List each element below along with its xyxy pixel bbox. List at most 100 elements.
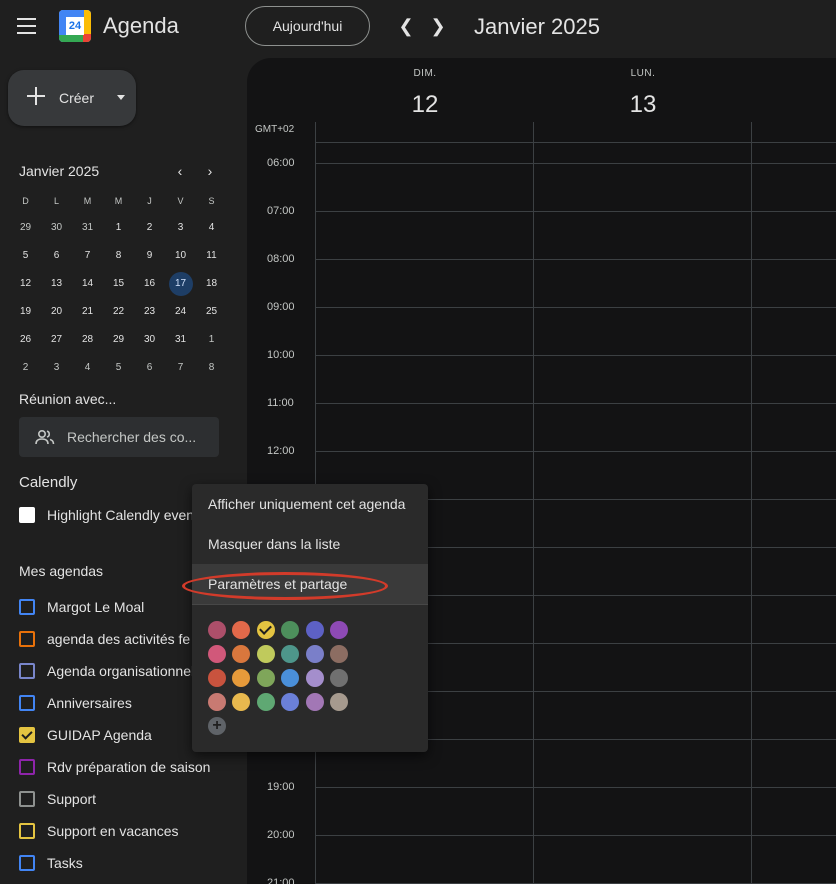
- mini-day[interactable]: 31: [72, 214, 103, 242]
- mini-day[interactable]: 24: [165, 298, 196, 326]
- mini-day[interactable]: 14: [72, 270, 103, 298]
- settings-and-sharing-item[interactable]: Paramètres et partage: [192, 564, 428, 604]
- main-menu-icon[interactable]: [16, 16, 38, 36]
- color-swatch[interactable]: [232, 693, 251, 711]
- color-swatch[interactable]: [208, 645, 226, 663]
- chevron-left-icon[interactable]: ❮: [396, 16, 416, 36]
- people-search-input[interactable]: Rechercher des co...: [19, 417, 219, 457]
- mini-day[interactable]: 27: [41, 326, 72, 354]
- hide-from-list-item[interactable]: Masquer dans la liste: [192, 524, 428, 564]
- mini-day[interactable]: 30: [134, 326, 165, 354]
- color-swatch[interactable]: [330, 693, 348, 711]
- mini-day[interactable]: 13: [41, 270, 72, 298]
- color-swatch[interactable]: [305, 693, 324, 711]
- mini-day[interactable]: 15: [103, 270, 134, 298]
- mini-next-month-icon[interactable]: ›: [202, 163, 218, 179]
- calendar-checkbox[interactable]: [19, 759, 35, 775]
- mini-day[interactable]: 9: [134, 242, 165, 270]
- color-swatch[interactable]: [305, 645, 324, 663]
- mini-day[interactable]: 22: [103, 298, 134, 326]
- calendar-checkbox[interactable]: [19, 855, 35, 871]
- calendar-checkbox[interactable]: [19, 631, 35, 647]
- color-swatch[interactable]: [281, 621, 300, 639]
- mini-prev-month-icon[interactable]: ‹: [172, 163, 188, 179]
- mini-day[interactable]: 7: [165, 354, 196, 382]
- color-swatch[interactable]: [208, 621, 226, 639]
- mini-day[interactable]: 21: [72, 298, 103, 326]
- mini-day[interactable]: 2: [134, 214, 165, 242]
- calendar-list-item[interactable]: Support en vacances: [19, 819, 247, 843]
- mini-day[interactable]: 6: [134, 354, 165, 382]
- today-button[interactable]: Aujourd'hui: [245, 6, 370, 46]
- mini-day[interactable]: 5: [10, 242, 41, 270]
- mini-day[interactable]: 1: [103, 214, 134, 242]
- mini-day[interactable]: 2: [10, 354, 41, 382]
- calendar-checkbox[interactable]: [19, 695, 35, 711]
- mini-day[interactable]: 12: [10, 270, 41, 298]
- mini-day[interactable]: 29: [103, 326, 134, 354]
- color-swatch[interactable]: [208, 669, 226, 687]
- mini-day[interactable]: 8: [103, 242, 134, 270]
- color-swatch[interactable]: [232, 669, 251, 687]
- mini-day[interactable]: 29: [10, 214, 41, 242]
- mini-day[interactable]: 4: [196, 214, 227, 242]
- add-custom-color-button[interactable]: +: [208, 717, 226, 735]
- color-swatch[interactable]: [232, 621, 251, 639]
- mini-day[interactable]: 31: [165, 326, 196, 354]
- mini-day[interactable]: 25: [196, 298, 227, 326]
- color-swatch[interactable]: [256, 645, 275, 663]
- color-swatch[interactable]: [305, 621, 324, 639]
- color-swatch[interactable]: [232, 645, 251, 663]
- mini-day[interactable]: 26: [10, 326, 41, 354]
- mini-day[interactable]: 23: [134, 298, 165, 326]
- day-header-monday[interactable]: LUN. 13: [613, 68, 673, 119]
- day-number: 12: [411, 91, 439, 118]
- calendar-list-item[interactable]: Rdv préparation de saison: [19, 755, 247, 779]
- calendar-logo[interactable]: 24: [59, 10, 91, 42]
- display-only-this-calendar-item[interactable]: Afficher uniquement cet agenda: [192, 484, 428, 524]
- chevron-right-icon[interactable]: ❯: [428, 16, 448, 36]
- mini-day[interactable]: 7: [72, 242, 103, 270]
- mini-day[interactable]: 18: [196, 270, 227, 298]
- calendar-checkbox[interactable]: [19, 663, 35, 679]
- color-swatch[interactable]: [330, 645, 348, 663]
- calendar-checkbox[interactable]: [19, 823, 35, 839]
- mini-day[interactable]: 11: [196, 242, 227, 270]
- calendar-checkbox[interactable]: [19, 791, 35, 807]
- mini-day[interactable]: 19: [10, 298, 41, 326]
- color-swatch[interactable]: [281, 669, 300, 687]
- color-swatch[interactable]: [208, 693, 226, 711]
- mini-day[interactable]: 10: [165, 242, 196, 270]
- calendar-list-item[interactable]: Support: [19, 787, 247, 811]
- color-swatch[interactable]: [330, 621, 348, 639]
- create-button[interactable]: Créer: [8, 70, 136, 126]
- mini-day[interactable]: 3: [41, 354, 72, 382]
- app-title[interactable]: Agenda: [103, 13, 179, 39]
- mini-day-today[interactable]: 17: [165, 270, 196, 298]
- calendar-list-item[interactable]: Tasks: [19, 851, 247, 875]
- mini-day[interactable]: 30: [41, 214, 72, 242]
- color-swatch[interactable]: [256, 669, 275, 687]
- mini-day[interactable]: 4: [72, 354, 103, 382]
- color-swatch[interactable]: [330, 669, 348, 687]
- color-swatch[interactable]: [281, 645, 300, 663]
- day-header-sunday[interactable]: DIM. 12: [395, 68, 455, 119]
- mini-day[interactable]: 16: [134, 270, 165, 298]
- mini-day[interactable]: 5: [103, 354, 134, 382]
- calendar-checkbox[interactable]: [19, 599, 35, 615]
- mini-day[interactable]: 1: [196, 326, 227, 354]
- color-swatch[interactable]: [256, 621, 275, 639]
- calendly-checkbox[interactable]: [19, 507, 35, 523]
- color-swatch[interactable]: [256, 693, 275, 711]
- create-label: Créer: [59, 90, 95, 106]
- calendly-item-label: Highlight Calendly events: [47, 507, 205, 523]
- mini-day[interactable]: 3: [165, 214, 196, 242]
- color-swatch[interactable]: [305, 669, 324, 687]
- hour-line: [315, 307, 836, 308]
- mini-day[interactable]: 20: [41, 298, 72, 326]
- calendar-checkbox[interactable]: [19, 727, 35, 743]
- mini-day[interactable]: 6: [41, 242, 72, 270]
- mini-day[interactable]: 28: [72, 326, 103, 354]
- mini-day[interactable]: 8: [196, 354, 227, 382]
- color-swatch[interactable]: [281, 693, 300, 711]
